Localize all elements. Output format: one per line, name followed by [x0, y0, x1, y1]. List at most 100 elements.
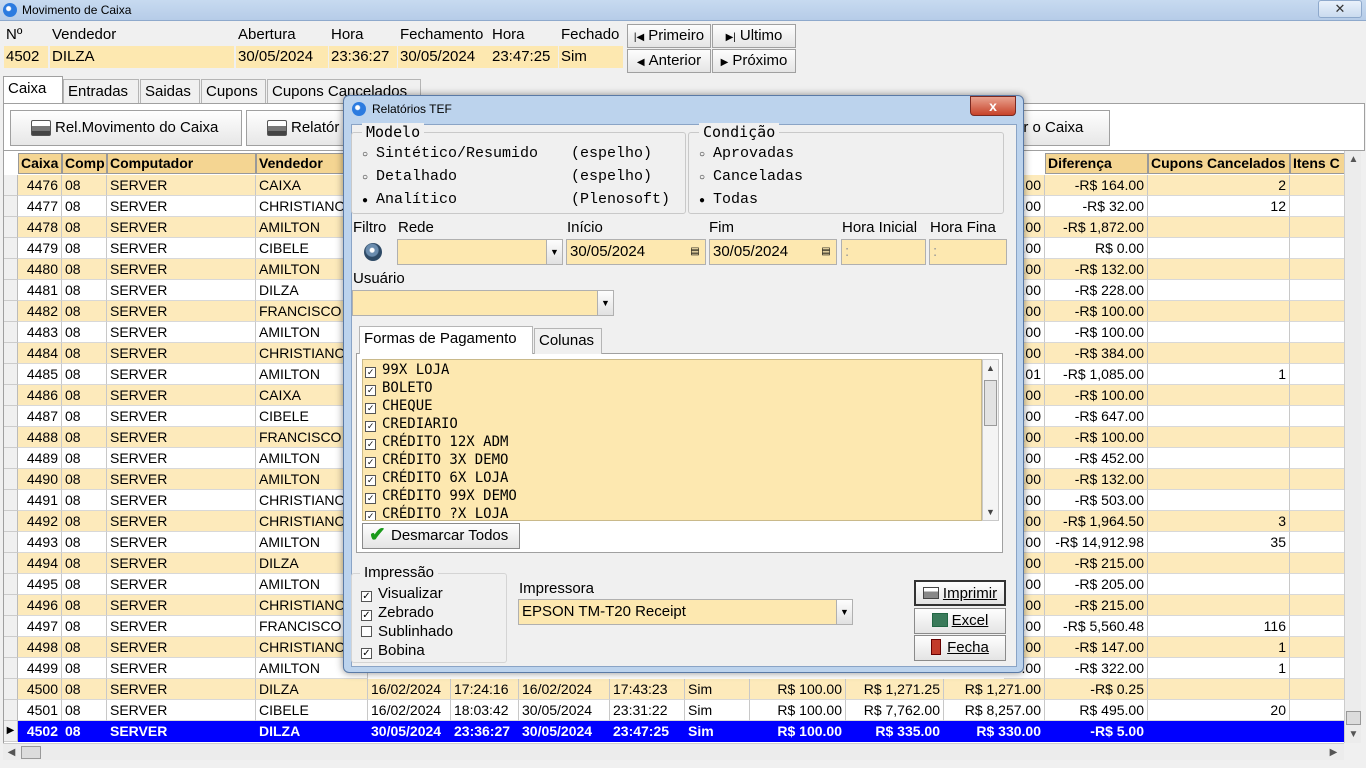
forma-pagamento-item[interactable]: ✓ CRÉDITO 12X ADM [365, 433, 508, 451]
cell-comp[interactable]: 08 [62, 175, 107, 196]
scroll-up-icon[interactable]: ▲ [983, 360, 998, 376]
cell-itens[interactable] [1290, 469, 1344, 490]
cell-cupons[interactable] [1148, 469, 1290, 490]
cell-cupons[interactable] [1148, 721, 1290, 742]
cell-computador[interactable]: SERVER [107, 658, 256, 679]
scroll-up-icon[interactable]: ▲ [1345, 151, 1362, 168]
cell-caixa[interactable]: 4477 [18, 196, 62, 217]
cell-v3[interactable]: R$ 1,271.00 [944, 679, 1045, 700]
row-indicator[interactable] [4, 427, 18, 448]
row-indicator[interactable] [4, 637, 18, 658]
cell-comp[interactable]: 08 [62, 343, 107, 364]
cell-itens[interactable] [1290, 574, 1344, 595]
cell-caixa[interactable]: 4485 [18, 364, 62, 385]
cell-cupons[interactable] [1148, 553, 1290, 574]
forma-pagamento-item[interactable]: ✓ 99X LOJA [365, 361, 449, 379]
cell-diferenca[interactable]: R$ 495.00 [1045, 700, 1148, 721]
radio-sintetico[interactable]: ○ Sintético/Resumido [360, 145, 538, 162]
cell-computador[interactable]: SERVER [107, 595, 256, 616]
row-indicator[interactable] [4, 574, 18, 595]
cell-cupons[interactable]: 35 [1148, 532, 1290, 553]
cell-caixa[interactable]: 4498 [18, 637, 62, 658]
cell-diferenca[interactable]: -R$ 147.00 [1045, 637, 1148, 658]
cell-cupons[interactable] [1148, 490, 1290, 511]
tab-entradas[interactable]: Entradas [63, 79, 139, 103]
cell-itens[interactable] [1290, 448, 1344, 469]
cell-computador[interactable]: SERVER [107, 196, 256, 217]
cell-computador[interactable]: SERVER [107, 490, 256, 511]
cell-cupons[interactable] [1148, 217, 1290, 238]
cell-computador[interactable]: SERVER [107, 175, 256, 196]
cell-diferenca[interactable]: -R$ 452.00 [1045, 448, 1148, 469]
cell-diferenca[interactable]: -R$ 1,872.00 [1045, 217, 1148, 238]
cell-comp[interactable]: 08 [62, 322, 107, 343]
checkbox-checked-icon[interactable]: ✓ [365, 511, 376, 520]
cell-itens[interactable] [1290, 259, 1344, 280]
fecha-button[interactable]: Fecha [914, 635, 1006, 661]
cell-caixa[interactable]: 4492 [18, 511, 62, 532]
cell-cupons[interactable]: 1 [1148, 658, 1290, 679]
cell-comp[interactable]: 08 [62, 721, 107, 742]
imprimir-button[interactable]: Imprimir [914, 580, 1006, 606]
cell-cupons[interactable] [1148, 448, 1290, 469]
cell-diferenca[interactable]: -R$ 647.00 [1045, 406, 1148, 427]
row-indicator[interactable] [4, 301, 18, 322]
cell-itens[interactable] [1290, 490, 1344, 511]
relatorio-button[interactable]: Relatór [246, 110, 346, 146]
cell-computador[interactable]: SERVER [107, 280, 256, 301]
cell-comp[interactable]: 08 [62, 637, 107, 658]
cell-itens[interactable] [1290, 301, 1344, 322]
checkbox-checked-icon[interactable]: ✓ [365, 421, 376, 432]
row-indicator[interactable] [4, 679, 18, 700]
cell-v2[interactable]: R$ 335.00 [846, 721, 944, 742]
cell-hora2[interactable]: 17:43:23 [610, 679, 685, 700]
cell-abertura[interactable]: 16/02/2024 [368, 700, 451, 721]
cell-comp[interactable]: 08 [62, 238, 107, 259]
cell-caixa[interactable]: 4502 [18, 721, 62, 742]
field-fechado[interactable]: Sim [559, 46, 623, 68]
radio-detalhado[interactable]: ○ Detalhado [360, 168, 457, 185]
row-indicator[interactable] [4, 700, 18, 721]
cell-diferenca[interactable]: -R$ 100.00 [1045, 322, 1148, 343]
cell-comp[interactable]: 08 [62, 280, 107, 301]
checkbox-checked-icon[interactable]: ✓ [365, 367, 376, 378]
cell-caixa[interactable]: 4480 [18, 259, 62, 280]
last-button[interactable]: ▶| Ultimo [712, 24, 796, 48]
cell-diferenca[interactable]: -R$ 100.00 [1045, 385, 1148, 406]
cell-v1[interactable]: R$ 100.00 [750, 679, 846, 700]
row-indicator[interactable] [4, 511, 18, 532]
usuario-select[interactable]: ▼ [352, 290, 614, 316]
field-abertura[interactable]: 30/05/2024 [236, 46, 328, 68]
first-button[interactable]: |◀ Primeiro [627, 24, 711, 48]
col-itens-cancelados[interactable]: Itens C [1290, 153, 1344, 174]
cell-vendedor[interactable]: DILZA [256, 721, 368, 742]
cell-diferenca[interactable]: R$ 0.00 [1045, 238, 1148, 259]
row-indicator[interactable] [4, 490, 18, 511]
cell-computador[interactable]: SERVER [107, 616, 256, 637]
cell-itens[interactable] [1290, 175, 1344, 196]
grid-vertical-scrollbar[interactable]: ▲ ▼ [1344, 151, 1361, 743]
row-pointer-icon[interactable]: ▶ [4, 721, 18, 742]
checkbox-checked-icon[interactable]: ✓ [365, 457, 376, 468]
cell-itens[interactable] [1290, 658, 1344, 679]
cell-cupons[interactable]: 2 [1148, 175, 1290, 196]
checkbox-unchecked-icon[interactable] [361, 626, 372, 637]
cell-v3[interactable]: R$ 330.00 [944, 721, 1045, 742]
grid-horizontal-scrollbar[interactable]: ◀ ▶ [3, 743, 1344, 760]
cell-computador[interactable]: SERVER [107, 238, 256, 259]
cell-diferenca[interactable]: -R$ 503.00 [1045, 490, 1148, 511]
cell-comp[interactable]: 08 [62, 511, 107, 532]
forma-pagamento-item[interactable]: ✓ CRÉDITO ?X LOJA [365, 505, 508, 520]
row-indicator[interactable] [4, 364, 18, 385]
cell-diferenca[interactable]: -R$ 5.00 [1045, 721, 1148, 742]
field-num[interactable]: 4502 [4, 46, 48, 68]
impressao-option-1[interactable]: ✓ Zebrado [361, 604, 434, 621]
scroll-down-icon[interactable]: ▼ [983, 504, 998, 520]
impressao-option-2[interactable]: Sublinhado [361, 623, 453, 640]
excel-button[interactable]: Excel [914, 608, 1006, 634]
tab-saidas[interactable]: Saidas [140, 79, 200, 103]
cell-comp[interactable]: 08 [62, 217, 107, 238]
cell-v2[interactable]: R$ 7,762.00 [846, 700, 944, 721]
cell-itens[interactable] [1290, 511, 1344, 532]
row-indicator[interactable] [4, 280, 18, 301]
